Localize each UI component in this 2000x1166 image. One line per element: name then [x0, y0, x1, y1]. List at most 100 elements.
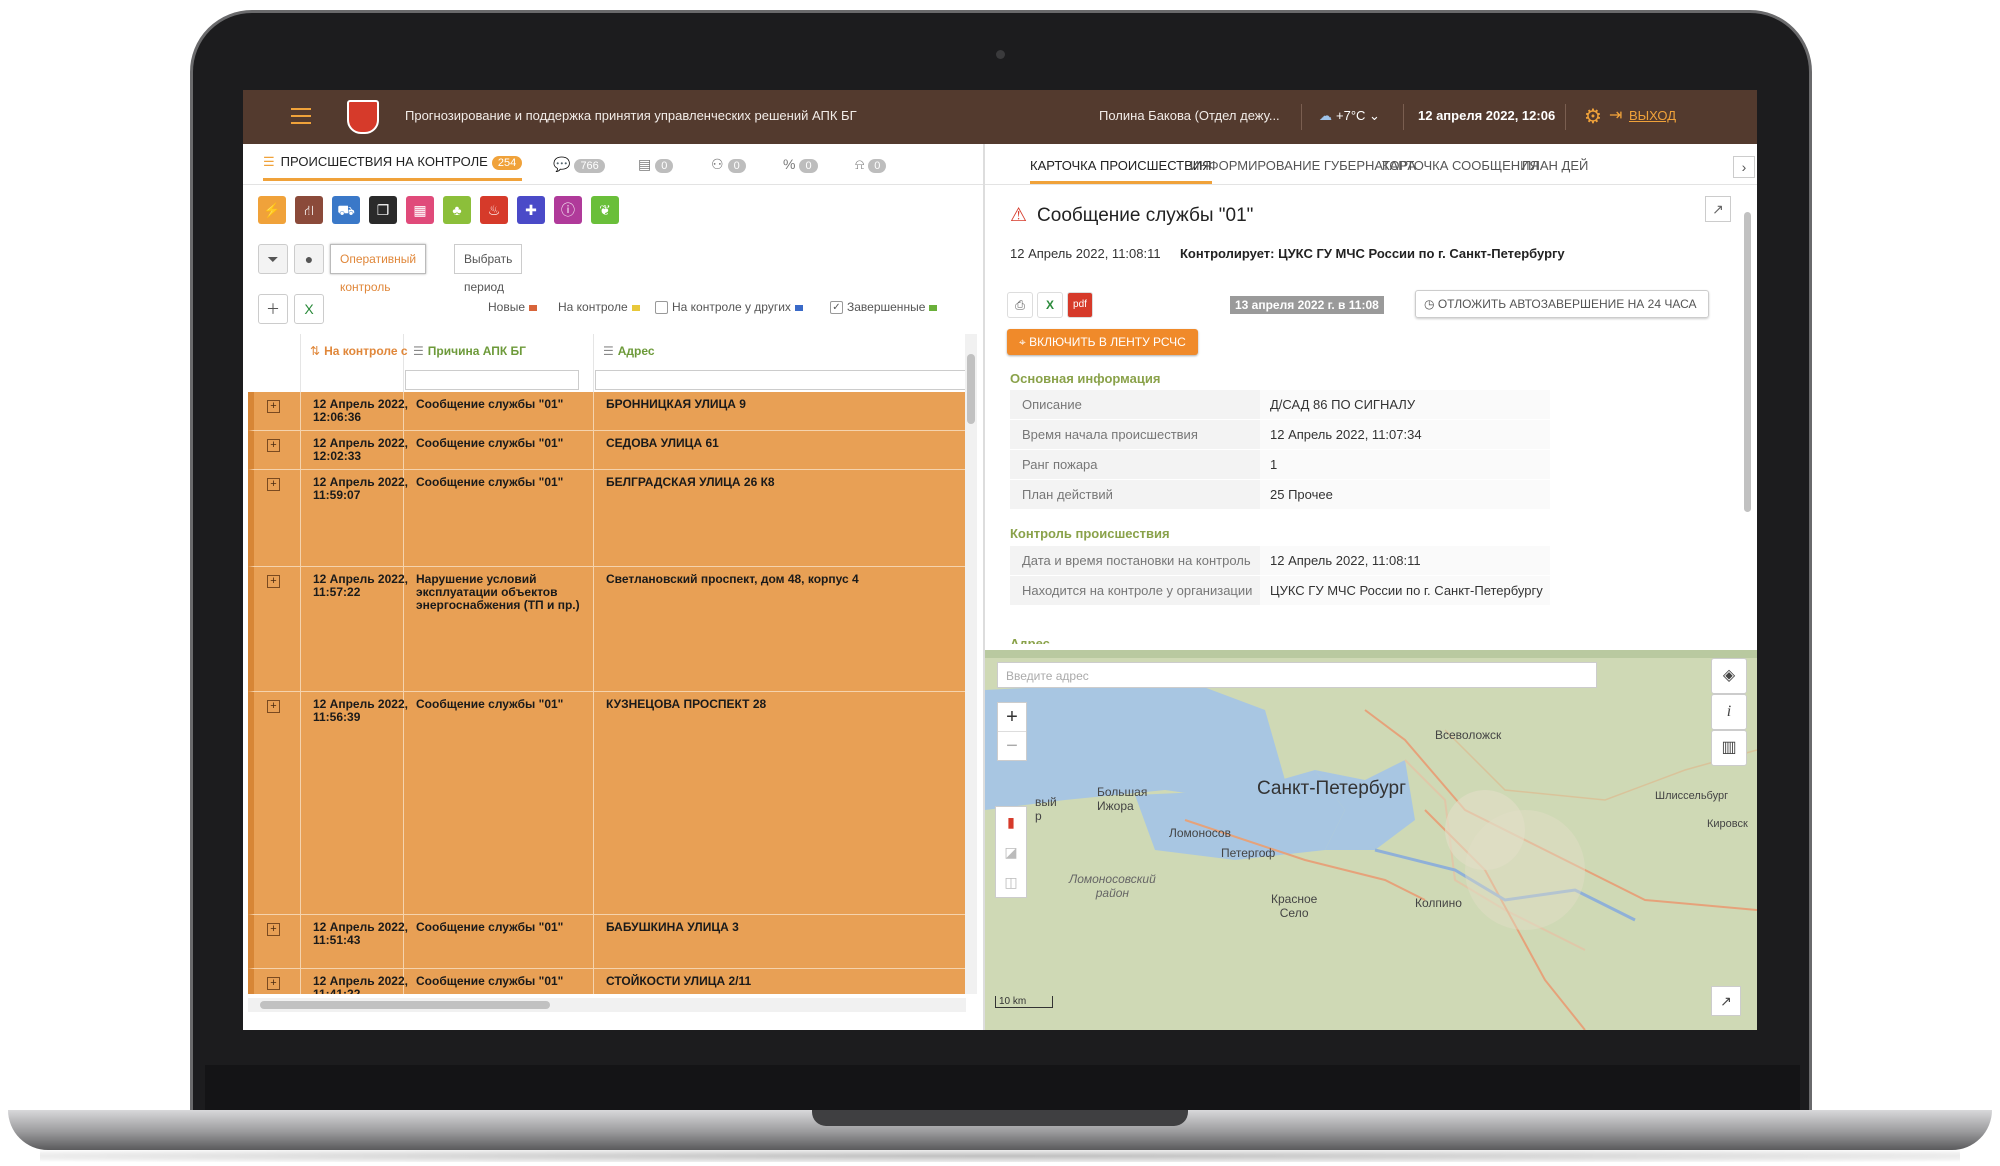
- legend-completed[interactable]: ✓ Завершенные: [830, 300, 938, 315]
- tab-documents[interactable]: ▤ 0: [638, 156, 674, 173]
- weather-widget[interactable]: ☁ +7°C ⌄: [1319, 108, 1380, 124]
- expand-icon[interactable]: ↗: [1705, 196, 1731, 222]
- info-icon[interactable]: ⓘ: [554, 196, 582, 224]
- table-row[interactable]: + 12 Апрель 2022, 11:56:39 Сообщение слу…: [248, 692, 966, 915]
- tab-message-card[interactable]: КАРТОЧКА СООБЩЕНИЯ: [1382, 158, 1539, 173]
- cloud-icon: ☁: [1319, 108, 1332, 123]
- tab-incident-card[interactable]: КАРТОЧКА ПРОИСШЕСТВИЯ: [1030, 158, 1212, 184]
- scroll-thumb[interactable]: [260, 1001, 550, 1009]
- cell-address: КУЗНЕЦОВА ПРОСПЕКТ 28: [606, 697, 767, 711]
- add-button[interactable]: ＋: [258, 294, 288, 324]
- grid-horizontal-scrollbar[interactable]: [248, 998, 966, 1012]
- copy-icon[interactable]: ❐: [369, 196, 397, 224]
- table-row[interactable]: + 12 Апрель 2022, 12:06:36 Сообщение слу…: [248, 392, 966, 431]
- tree-icon[interactable]: ♣: [443, 196, 471, 224]
- exit-icon[interactable]: ⇥: [1609, 105, 1622, 125]
- main-info-table: Описание Д/САД 86 ПО СИГНАЛУ Время начала…: [1010, 390, 1550, 510]
- column-header-control-since[interactable]: ⇅ На контроле с: [310, 344, 408, 358]
- laptop-notch: [812, 1110, 1188, 1126]
- zoom-out-button[interactable]: −: [998, 731, 1026, 760]
- car-icon[interactable]: ⛟: [332, 196, 360, 224]
- scroll-thumb[interactable]: [967, 354, 975, 424]
- lightning-icon[interactable]: ⚡: [258, 196, 286, 224]
- tab-incidents-on-control[interactable]: ☰ ПРОИСШЕСТВИЯ НА КОНТРОЛЕ 254: [263, 154, 523, 181]
- excel-icon[interactable]: X: [1037, 292, 1063, 318]
- count-badge: 254: [491, 156, 523, 170]
- legend-on-control: На контроле: [558, 300, 640, 314]
- alert-filter-icon[interactable]: ●: [294, 244, 324, 274]
- polygon-icon[interactable]: ◫: [996, 867, 1026, 897]
- mode-operational[interactable]: Оперативный контроль: [330, 244, 427, 294]
- building-icon[interactable]: ▦: [406, 196, 434, 224]
- expand-icon[interactable]: +: [267, 700, 280, 713]
- postpone-button[interactable]: ◷ ОТЛОЖИТЬ АВТОЗАВЕРШЕНИЕ НА 24 ЧАСА: [1415, 290, 1710, 318]
- tab-alarms[interactable]: ⍾ 0: [855, 156, 887, 173]
- layers-icon[interactable]: ◈: [1711, 658, 1747, 694]
- card-scrollbar[interactable]: [1741, 202, 1753, 644]
- address-search-input[interactable]: Введите адрес: [997, 662, 1597, 688]
- map-view[interactable]: Введите адрес + − ◈ i ▥ ▮ ◪ ◫ вый р Боль…: [985, 650, 1757, 1030]
- excel-export-icon[interactable]: X: [294, 294, 324, 324]
- road-icon[interactable]: ⛙: [295, 196, 323, 224]
- legend-others[interactable]: На контроле у других: [655, 300, 803, 315]
- base-shadow: [40, 1150, 1960, 1162]
- print-icon[interactable]: ⎙: [1007, 292, 1033, 318]
- reason-filter-input[interactable]: [405, 370, 579, 390]
- left-tabs: ☰ ПРОИСШЕСТВИЯ НА КОНТРОЛЕ 254 💬 766 ▤ 0 ⚇ 0 …: [243, 144, 983, 185]
- checkbox-checked[interactable]: ✓: [830, 301, 843, 315]
- incidents-panel: ☰ ПРОИСШЕСТВИЯ НА КОНТРОЛЕ 254 💬 766 ▤ 0 ⚇ 0 …: [243, 144, 985, 1030]
- tab-people[interactable]: ⚇ 0: [711, 156, 746, 173]
- expand-map-icon[interactable]: ↗: [1711, 986, 1741, 1016]
- include-rss-button[interactable]: ⌖ ВКЛЮЧИТЬ В ЛЕНТУ РСЧС: [1007, 329, 1198, 355]
- table-row[interactable]: + 12 Апрель 2022, 11:51:43 Сообщение слу…: [248, 915, 966, 969]
- hamburger-menu-icon[interactable]: [291, 108, 311, 124]
- legend-label: На контроле: [558, 300, 628, 314]
- column-header-address[interactable]: ☰ Адрес: [603, 344, 655, 358]
- fire-icon[interactable]: ♨: [480, 196, 508, 224]
- address-filter-input[interactable]: [595, 370, 966, 390]
- user-name[interactable]: Полина Бакова (Отдел дежу...: [1099, 108, 1280, 123]
- app-title: Прогнозирование и поддержка принятия упр…: [405, 108, 857, 123]
- expand-icon[interactable]: +: [267, 575, 280, 588]
- table-row[interactable]: + 12 Апрель 2022, 12:02:33 Сообщение слу…: [248, 431, 966, 470]
- map-label: Всеволожск: [1435, 728, 1502, 742]
- table-row[interactable]: + 12 Апрель 2022, 11:41:22 Сообщение слу…: [248, 969, 966, 994]
- percent-icon: %: [783, 156, 796, 172]
- legend-swatch: [631, 304, 640, 311]
- expand-icon[interactable]: +: [267, 977, 280, 990]
- medical-icon[interactable]: ✚: [517, 196, 545, 224]
- exit-link[interactable]: ВЫХОД: [1629, 108, 1676, 123]
- expand-icon[interactable]: +: [267, 478, 280, 491]
- filter-icon[interactable]: ⏷: [258, 244, 288, 274]
- checkbox[interactable]: [655, 301, 668, 315]
- leaf-icon[interactable]: ❦: [591, 196, 619, 224]
- mode-select-period[interactable]: Выбрать период: [454, 244, 523, 294]
- expand-icon[interactable]: +: [267, 400, 280, 413]
- grid-vertical-scrollbar[interactable]: [965, 334, 977, 994]
- scroll-thumb[interactable]: [1744, 212, 1751, 512]
- tab-percent[interactable]: % 0: [783, 156, 818, 173]
- gear-icon[interactable]: ⚙: [1584, 104, 1602, 129]
- table-row[interactable]: + 12 Апрель 2022, 11:57:22 Нарушение усл…: [248, 567, 966, 692]
- logo: [347, 100, 379, 134]
- tab-action-plan[interactable]: ПЛАН ДЕЙ: [1522, 158, 1717, 173]
- column-header-reason[interactable]: ☰ Причина АПК БГ: [413, 344, 526, 358]
- pin-icon[interactable]: ◪: [996, 837, 1026, 867]
- zoom-in-button[interactable]: +: [998, 703, 1026, 731]
- button-label: ВКЛЮЧИТЬ В ЛЕНТУ РСЧС: [1029, 335, 1186, 349]
- table-row[interactable]: + 12 Апрель 2022, 11:59:07 Сообщение слу…: [248, 470, 966, 567]
- chevron-right-icon[interactable]: ›: [1733, 156, 1755, 178]
- expand-icon[interactable]: +: [267, 923, 280, 936]
- info-key: План действий: [1022, 487, 1113, 502]
- marker-icon[interactable]: ▮: [996, 807, 1026, 837]
- cell-divider: [300, 431, 301, 469]
- expand-icon[interactable]: +: [267, 439, 280, 452]
- tab-messages[interactable]: 💬 766: [553, 156, 605, 173]
- map-label: Ломоносовский район: [1069, 872, 1156, 900]
- map-icon[interactable]: ▥: [1711, 730, 1747, 766]
- pdf-icon[interactable]: pdf: [1067, 292, 1093, 318]
- info-icon[interactable]: i: [1711, 694, 1747, 730]
- section-title-control: Контроль происшествия: [1010, 526, 1170, 541]
- legend-swatch: [929, 304, 938, 311]
- top-bar: Прогнозирование и поддержка принятия упр…: [243, 90, 1757, 144]
